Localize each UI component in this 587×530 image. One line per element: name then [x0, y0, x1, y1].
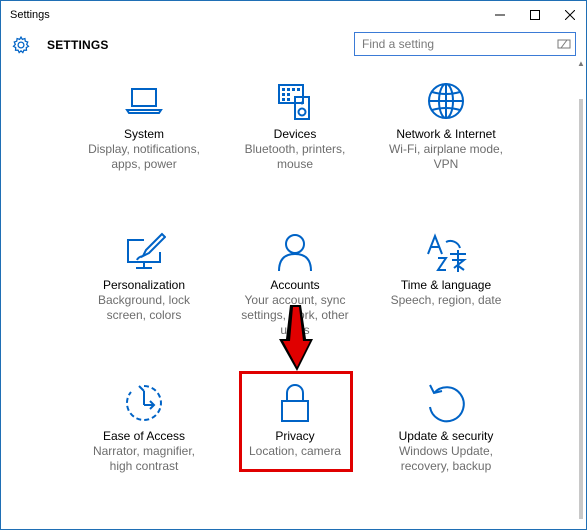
tile-name: Time & language	[400, 278, 492, 292]
scroll-up-icon[interactable]: ▲	[577, 59, 585, 68]
paintbrush-monitor-icon	[127, 232, 166, 269]
tile-time-language[interactable]: Time & language Speech, region, date	[371, 230, 521, 308]
gear-icon	[12, 35, 30, 54]
tile-ease-of-access[interactable]: Ease of Access Narrator, magnifier, high…	[69, 381, 219, 474]
tile-devices[interactable]: Devices Bluetooth, printers, mouse	[220, 79, 370, 172]
tile-name: Devices	[273, 127, 317, 141]
tile-desc: screen, colors	[106, 308, 182, 322]
tile-desc: Windows Update,	[398, 444, 494, 458]
scroll-thumb[interactable]	[579, 99, 583, 519]
tile-system[interactable]: System Display, notifications, apps, pow…	[69, 79, 219, 172]
tile-network[interactable]: Network & Internet Wi-Fi, airplane mode,…	[371, 79, 521, 172]
keyboard-speaker-icon	[278, 84, 310, 120]
tile-desc: mouse	[276, 157, 314, 171]
annotation-highlight-box	[239, 371, 353, 472]
maximize-button[interactable]	[516, 1, 554, 29]
page-title: SETTINGS	[47, 38, 109, 52]
tile-desc: Display, notifications,	[88, 142, 200, 156]
tile-name: Accounts	[270, 278, 320, 292]
refresh-icon	[429, 384, 465, 423]
minimize-icon	[495, 14, 505, 16]
language-icon	[427, 233, 467, 272]
search-input[interactable]	[355, 33, 551, 55]
settings-window: Settings SETTINGS ▲	[0, 0, 587, 530]
close-icon	[565, 10, 575, 20]
tile-desc: VPN	[433, 157, 459, 171]
tile-name: Network & Internet	[396, 127, 496, 141]
close-button[interactable]	[551, 1, 587, 29]
tile-name: System	[123, 127, 164, 141]
vertical-scrollbar[interactable]: ▲	[576, 59, 586, 529]
tile-name: Update & security	[398, 429, 494, 443]
search-icon[interactable]	[557, 37, 571, 51]
tile-desc: Background, lock	[97, 293, 191, 307]
tile-personalization[interactable]: Personalization Background, lock screen,…	[69, 230, 219, 323]
laptop-icon	[125, 88, 163, 114]
person-icon	[278, 234, 312, 272]
ease-of-access-icon	[126, 385, 162, 421]
tile-name: Personalization	[102, 278, 186, 292]
tile-desc: Narrator, magnifier,	[92, 444, 196, 458]
tile-desc: Bluetooth, printers,	[244, 142, 346, 156]
globe-icon	[428, 83, 464, 119]
tile-desc: high contrast	[109, 459, 179, 473]
tile-desc: recovery, backup	[400, 459, 492, 473]
search-box[interactable]	[354, 32, 576, 56]
window-title: Settings	[10, 9, 50, 21]
tile-update-security[interactable]: Update & security Windows Update, recove…	[371, 381, 521, 474]
tile-name: Ease of Access	[102, 429, 186, 443]
tile-desc: Wi-Fi, airplane mode,	[388, 142, 504, 156]
minimize-button[interactable]	[481, 1, 519, 29]
tile-desc: apps, power	[111, 157, 177, 171]
annotation-arrow-icon	[279, 305, 313, 371]
tile-desc: Speech, region, date	[390, 293, 502, 307]
title-bar[interactable]: Settings	[1, 1, 586, 29]
maximize-icon	[530, 10, 540, 20]
